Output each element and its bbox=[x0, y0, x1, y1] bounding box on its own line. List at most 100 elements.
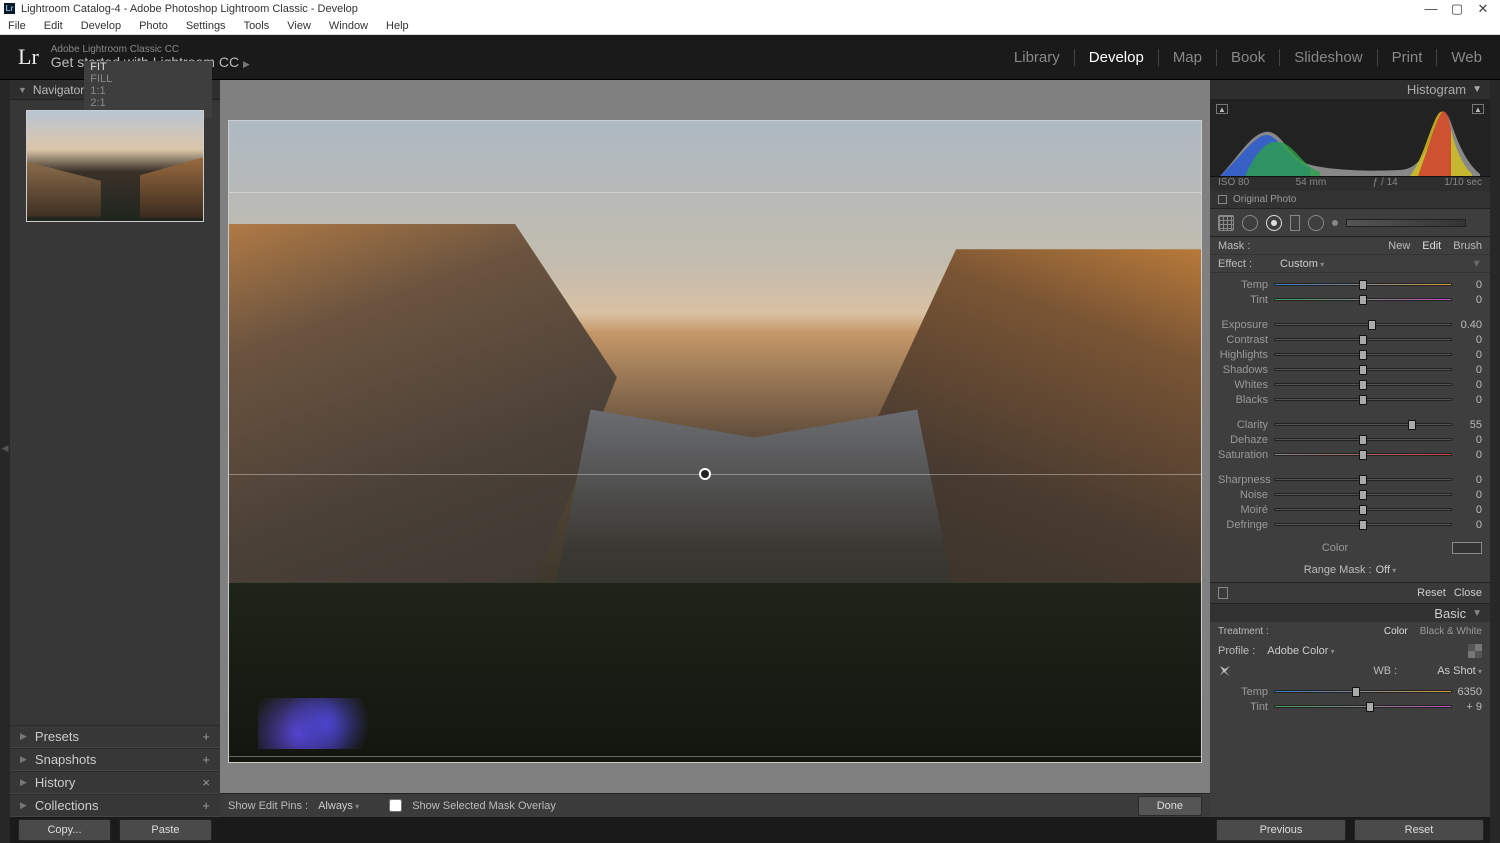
logo-icon: Lr bbox=[18, 44, 39, 70]
photo-preview[interactable] bbox=[228, 120, 1202, 763]
navigator-thumbnail[interactable] bbox=[26, 110, 204, 222]
module-picker: LibraryDevelopMapBookSlideshowPrintWeb bbox=[1000, 49, 1482, 66]
right-collapse-handle[interactable] bbox=[1490, 80, 1500, 817]
left-collapse-handle[interactable]: ◀ bbox=[0, 80, 10, 817]
paste-button[interactable]: Paste bbox=[119, 819, 212, 841]
pin-toggle-icon[interactable] bbox=[1218, 587, 1228, 599]
range-mask-row: Range Mask : Off bbox=[1210, 558, 1490, 582]
redeye-tool-icon[interactable] bbox=[1266, 215, 1282, 231]
center-toolbar: Show Edit Pins : Always Show Selected Ma… bbox=[220, 793, 1210, 817]
menu-tools[interactable]: Tools bbox=[242, 19, 272, 33]
mask-edit[interactable]: Edit bbox=[1422, 240, 1441, 252]
slider-whites[interactable]: Whites0 bbox=[1218, 377, 1482, 392]
show-pins-dropdown[interactable]: Always bbox=[318, 800, 359, 812]
color-swatch[interactable] bbox=[1452, 542, 1482, 554]
slider-btemp[interactable]: Temp6350 bbox=[1218, 684, 1482, 699]
tool-strip bbox=[1210, 209, 1490, 237]
tool-amount-slider[interactable] bbox=[1346, 219, 1466, 227]
module-web[interactable]: Web bbox=[1437, 49, 1482, 66]
zoom-2-1[interactable]: 2:1 bbox=[90, 97, 212, 109]
panel-collections[interactable]: ▶Collections+ bbox=[10, 794, 220, 817]
panel-snapshots[interactable]: ▶Snapshots+ bbox=[10, 748, 220, 771]
right-panel: Histogram▼ ▲ ▲ ISO 80 54 mm ƒ / 14 1/10 … bbox=[1210, 80, 1490, 817]
brush-tool-icon[interactable] bbox=[1332, 220, 1338, 226]
slider-clarity[interactable]: Clarity55 bbox=[1218, 417, 1482, 432]
slider-tint[interactable]: Tint0 bbox=[1218, 292, 1482, 307]
profile-row: Profile : Adobe Color bbox=[1210, 640, 1490, 662]
range-mask-dropdown[interactable]: Off bbox=[1376, 564, 1397, 576]
spot-tool-icon[interactable] bbox=[1242, 215, 1258, 231]
navigator-header[interactable]: ▼ Navigator FITFILL1:12:1 ▲▼ bbox=[10, 80, 220, 100]
effect-dropdown[interactable]: Custom bbox=[1280, 258, 1324, 270]
show-pins-label: Show Edit Pins : bbox=[228, 800, 308, 812]
menu-file[interactable]: File bbox=[6, 19, 28, 33]
histogram[interactable]: ▲ ▲ bbox=[1210, 100, 1490, 177]
zoom-FILL[interactable]: FILL bbox=[90, 73, 212, 85]
module-map[interactable]: Map bbox=[1159, 49, 1217, 66]
panel-presets[interactable]: ▶Presets+ bbox=[10, 725, 220, 748]
histogram-header[interactable]: Histogram▼ bbox=[1210, 80, 1490, 100]
graduated-filter-icon[interactable] bbox=[1290, 215, 1300, 231]
slider-defringe[interactable]: Defringe0 bbox=[1218, 517, 1482, 532]
image-canvas[interactable] bbox=[220, 80, 1210, 793]
module-develop[interactable]: Develop bbox=[1075, 49, 1159, 66]
menu-view[interactable]: View bbox=[285, 19, 313, 33]
mask-brush[interactable]: Brush bbox=[1453, 240, 1482, 252]
slider-btint[interactable]: Tint+ 9 bbox=[1218, 699, 1482, 714]
slider-contrast[interactable]: Contrast0 bbox=[1218, 332, 1482, 347]
slider-dehaze[interactable]: Dehaze0 bbox=[1218, 432, 1482, 447]
done-button[interactable]: Done bbox=[1138, 796, 1202, 816]
minimize-button[interactable]: — bbox=[1418, 1, 1444, 16]
module-print[interactable]: Print bbox=[1378, 49, 1438, 66]
slider-exposure[interactable]: Exposure0.40 bbox=[1218, 317, 1482, 332]
profile-browser-icon[interactable] bbox=[1468, 644, 1482, 658]
app-icon: Lr bbox=[4, 3, 15, 14]
menu-settings[interactable]: Settings bbox=[184, 19, 228, 33]
wb-picker-icon[interactable] bbox=[1215, 661, 1235, 681]
radial-filter-icon[interactable] bbox=[1308, 215, 1324, 231]
panel-history[interactable]: ▶History× bbox=[10, 771, 220, 794]
original-photo-row[interactable]: Original Photo bbox=[1210, 191, 1490, 209]
mask-overlay-checkbox[interactable] bbox=[389, 799, 402, 812]
profile-dropdown[interactable]: Adobe Color bbox=[1267, 645, 1334, 657]
slider-noise[interactable]: Noise0 bbox=[1218, 487, 1482, 502]
close-button[interactable]: ✕ bbox=[1470, 1, 1496, 17]
menu-photo[interactable]: Photo bbox=[137, 19, 170, 33]
slider-temp[interactable]: Temp0 bbox=[1218, 277, 1482, 292]
footer-bar: Copy... Paste Previous Reset bbox=[0, 817, 1500, 843]
wb-dropdown[interactable]: As Shot bbox=[1437, 665, 1482, 677]
menu-window[interactable]: Window bbox=[327, 19, 370, 33]
zoom-1-1[interactable]: 1:1 bbox=[90, 85, 212, 97]
filter-reset-button[interactable]: Reset bbox=[1417, 587, 1446, 599]
reset-button[interactable]: Reset bbox=[1354, 819, 1484, 841]
crop-tool-icon[interactable] bbox=[1218, 215, 1234, 231]
slider-blacks[interactable]: Blacks0 bbox=[1218, 392, 1482, 407]
previous-button[interactable]: Previous bbox=[1216, 819, 1346, 841]
menu-edit[interactable]: Edit bbox=[42, 19, 65, 33]
exif-strip: ISO 80 54 mm ƒ / 14 1/10 sec bbox=[1210, 177, 1490, 191]
title-bar: Lr Lightroom Catalog-4 - Adobe Photoshop… bbox=[0, 0, 1500, 17]
slider-moire[interactable]: Moiré0 bbox=[1218, 502, 1482, 517]
basic-header[interactable]: Basic▼ bbox=[1210, 604, 1490, 622]
menu-bar: File Edit Develop Photo Settings Tools View Win… bbox=[0, 17, 1500, 35]
graduated-filter-pin[interactable] bbox=[699, 468, 711, 480]
zoom-FIT[interactable]: FIT bbox=[90, 61, 212, 73]
wb-row: WB : As Shot bbox=[1210, 662, 1490, 680]
copy-button[interactable]: Copy... bbox=[18, 819, 111, 841]
module-book[interactable]: Book bbox=[1217, 49, 1280, 66]
slider-sharpness[interactable]: Sharpness0 bbox=[1218, 472, 1482, 487]
mask-new[interactable]: New bbox=[1388, 240, 1410, 252]
filter-close-button[interactable]: Close bbox=[1454, 587, 1482, 599]
left-panel: ▼ Navigator FITFILL1:12:1 ▲▼ ▶Presets+▶S… bbox=[10, 80, 220, 817]
menu-help[interactable]: Help bbox=[384, 19, 411, 33]
module-slideshow[interactable]: Slideshow bbox=[1280, 49, 1377, 66]
center-area: Show Edit Pins : Always Show Selected Ma… bbox=[220, 80, 1210, 817]
maximize-button[interactable]: ▢ bbox=[1444, 1, 1470, 17]
treatment-bw[interactable]: Black & White bbox=[1420, 626, 1482, 637]
menu-develop[interactable]: Develop bbox=[79, 19, 123, 33]
module-library[interactable]: Library bbox=[1000, 49, 1075, 66]
slider-shadows[interactable]: Shadows0 bbox=[1218, 362, 1482, 377]
slider-saturation[interactable]: Saturation0 bbox=[1218, 447, 1482, 462]
slider-highlights[interactable]: Highlights0 bbox=[1218, 347, 1482, 362]
treatment-color[interactable]: Color bbox=[1384, 626, 1408, 637]
